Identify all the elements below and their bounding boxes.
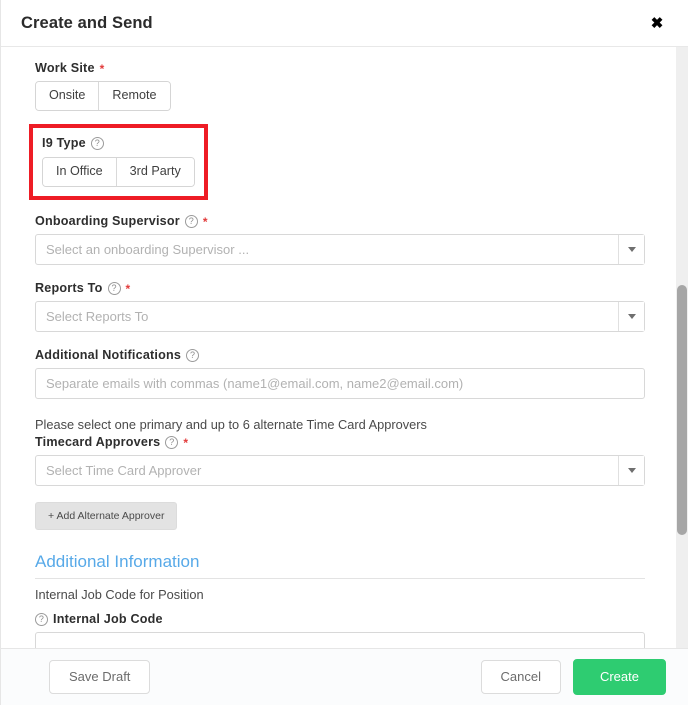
additional-notifications-input[interactable] [35,368,645,399]
additional-information-heading: Additional Information [35,552,645,579]
timecard-approver-select[interactable] [35,455,645,486]
internal-job-code-label-text: Internal Job Code [53,612,163,626]
i9-type-highlight-box: I9 Type ? In Office 3rd Party [29,124,208,200]
cancel-button[interactable]: Cancel [481,660,561,695]
help-icon[interactable]: ? [185,215,198,228]
onboarding-supervisor-select[interactable] [35,234,645,265]
help-icon[interactable]: ? [108,282,121,295]
modal-body: Work Site * Onsite Remote I9 Type ? In O… [1,47,676,648]
work-site-option-remote[interactable]: Remote [98,82,169,110]
internal-job-code-input[interactable] [35,632,645,648]
i9-type-label-text: I9 Type [42,136,86,150]
i9-type-toggle-group[interactable]: In Office 3rd Party [42,157,195,187]
create-button[interactable]: Create [573,659,666,696]
help-icon[interactable]: ? [91,137,104,150]
onboarding-supervisor-input[interactable] [35,234,645,265]
timecard-approvers-label-text: Timecard Approvers [35,435,160,449]
reports-to-input[interactable] [35,301,645,332]
additional-notifications-input-row [35,368,654,399]
chevron-down-icon[interactable] [618,235,644,264]
internal-job-code-label: ? Internal Job Code [35,612,654,626]
close-icon[interactable]: ✖ [644,10,670,36]
field-i9-type: I9 Type ? In Office 3rd Party [42,136,195,187]
required-marker: * [203,216,208,228]
onboarding-supervisor-label-text: Onboarding Supervisor [35,214,180,228]
i9-type-option-3rd-party[interactable]: 3rd Party [116,158,194,186]
vertical-scrollbar-track[interactable] [676,47,688,648]
vertical-scrollbar-thumb[interactable] [677,285,687,535]
chevron-down-icon[interactable] [618,456,644,485]
modal-footer: Save Draft Cancel Create [1,648,688,705]
field-timecard-approvers: Please select one primary and up to 6 al… [35,417,654,530]
field-onboarding-supervisor: Onboarding Supervisor ? * [35,214,654,265]
work-site-option-onsite[interactable]: Onsite [36,82,98,110]
help-icon[interactable]: ? [165,436,178,449]
required-marker: * [126,283,131,295]
help-icon[interactable]: ? [186,349,199,362]
field-reports-to: Reports To ? * [35,281,654,332]
add-alternate-approver-button[interactable]: + Add Alternate Approver [35,502,177,530]
modal-header: Create and Send ✖ [1,0,688,47]
field-additional-notifications: Additional Notifications ? [35,348,654,399]
internal-job-code-description: Internal Job Code for Position [35,587,654,602]
required-marker: * [100,63,105,75]
chevron-down-icon[interactable] [618,302,644,331]
work-site-toggle-group[interactable]: Onsite Remote [35,81,171,111]
footer-actions: Cancel Create [481,659,667,696]
help-icon[interactable]: ? [35,613,48,626]
reports-to-select[interactable] [35,301,645,332]
i9-type-label: I9 Type ? [42,136,195,150]
internal-job-code-input-row [35,632,654,648]
required-marker: * [183,437,188,449]
save-draft-button[interactable]: Save Draft [49,660,150,695]
create-and-send-modal: Create and Send ✖ Work Site * Onsite Rem… [0,0,688,705]
page-title: Create and Send [21,14,153,33]
timecard-approvers-helper-text: Please select one primary and up to 6 al… [35,417,654,432]
timecard-approvers-label: Timecard Approvers ? * [35,435,654,449]
work-site-label: Work Site * [35,61,654,75]
additional-notifications-label-text: Additional Notifications [35,348,181,362]
reports-to-label-text: Reports To [35,281,103,295]
additional-notifications-label: Additional Notifications ? [35,348,654,362]
field-work-site: Work Site * Onsite Remote [35,61,654,111]
timecard-approver-input[interactable] [35,455,645,486]
work-site-label-text: Work Site [35,61,95,75]
section-additional-information: Additional Information Internal Job Code… [35,552,654,648]
onboarding-supervisor-label: Onboarding Supervisor ? * [35,214,654,228]
reports-to-label: Reports To ? * [35,281,654,295]
i9-type-option-in-office[interactable]: In Office [43,158,116,186]
